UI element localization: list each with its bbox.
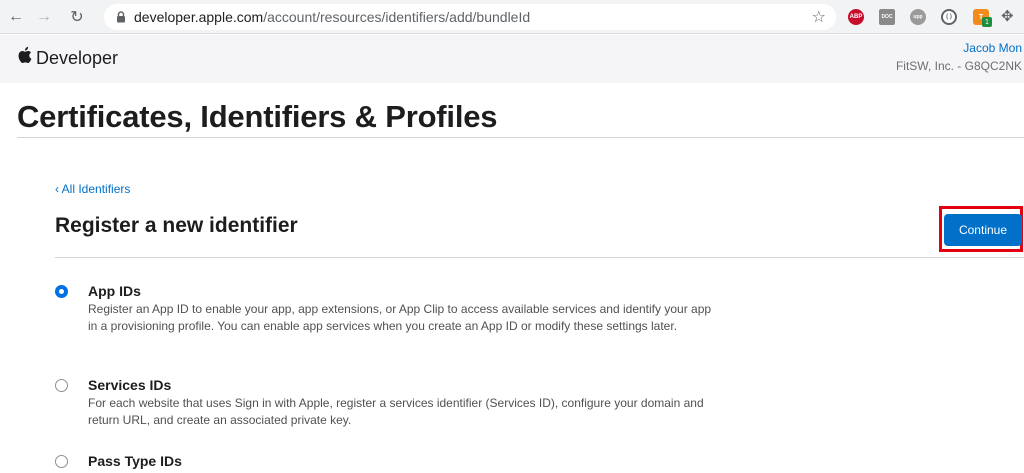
option-title: App IDs: [88, 283, 141, 299]
section-divider: [55, 257, 1024, 258]
account-user-name[interactable]: Jacob Mon: [963, 41, 1022, 55]
page-title: Certificates, Identifiers & Profiles: [17, 99, 498, 134]
browser-toolbar: ← → ↻ developer.apple.com/account/resour…: [0, 0, 1024, 34]
extension-badge: 1: [982, 17, 992, 27]
continue-button[interactable]: Continue: [944, 214, 1022, 246]
section-title: Register a new identifier: [55, 214, 298, 237]
upp-extension-icon[interactable]: upp: [910, 9, 926, 25]
apple-logo-icon[interactable]: [17, 46, 32, 64]
adblock-extension-icon[interactable]: ABP: [848, 9, 864, 25]
lock-icon: [117, 11, 125, 23]
radio-app-ids[interactable]: [55, 285, 68, 298]
reload-icon[interactable]: ↻: [67, 7, 87, 27]
bookmark-star-icon[interactable]: ☆: [812, 7, 826, 27]
radio-services-ids[interactable]: [55, 379, 68, 392]
developer-header: Developer Jacob Mon FitSW, Inc. - G8QC2N…: [0, 35, 1024, 83]
account-team: FitSW, Inc. - G8QC2NK: [895, 59, 1022, 73]
url-text: developer.apple.com/account/resources/id…: [134, 9, 531, 25]
option-description: For each website that uses Sign in with …: [88, 396, 704, 427]
all-identifiers-link[interactable]: ‹ All Identifiers: [55, 182, 130, 196]
option-title: Pass Type IDs: [88, 453, 182, 469]
option-description: Register an App ID to enable your app, a…: [88, 302, 712, 333]
forward-arrow-icon[interactable]: →: [34, 7, 54, 27]
radio-pass-type-ids[interactable]: [55, 455, 68, 468]
ring-extension-icon[interactable]: ( ): [941, 9, 957, 25]
developer-brand[interactable]: Developer: [36, 48, 118, 69]
option-title: Services IDs: [88, 377, 172, 393]
title-divider: [17, 137, 1024, 138]
document-extension-icon[interactable]: DOC: [879, 9, 895, 25]
address-bar[interactable]: developer.apple.com/account/resources/id…: [104, 4, 836, 30]
extensions-puzzle-icon[interactable]: ✥: [1001, 7, 1014, 25]
back-arrow-icon[interactable]: ←: [6, 7, 26, 27]
